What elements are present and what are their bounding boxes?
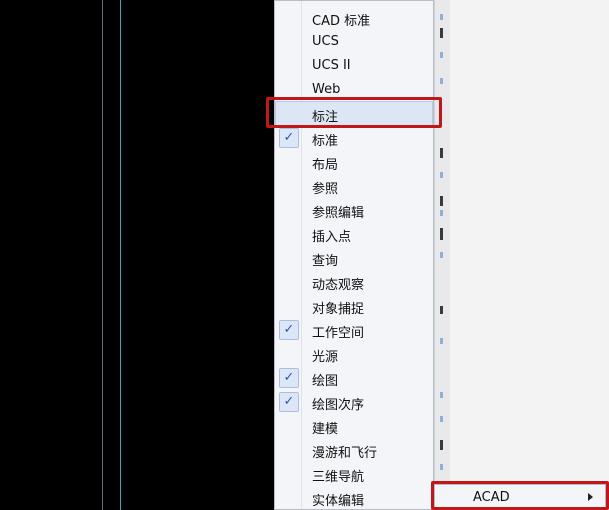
menu-item-label: 标注 <box>312 110 339 125</box>
menu-item-modeling[interactable]: 建模 <box>276 414 432 438</box>
toolbar-tick <box>440 210 443 216</box>
toolbars-context-menu: CAD 标准 UCS UCS II Web 标注 ✓ 标准 布局 参照 参照编辑… <box>274 0 434 510</box>
toolbar-tick <box>440 14 443 20</box>
menu-item-label: 光源 <box>312 350 339 365</box>
chevron-right-icon <box>588 493 593 501</box>
menu-item-draw[interactable]: ✓ 绘图 <box>276 366 432 390</box>
menu-item-label: 实体编辑 <box>312 494 365 509</box>
menu-item-reference[interactable]: 参照 <box>276 174 432 198</box>
menu-item-label: CAD 标准 <box>312 14 371 29</box>
checkmark-icon: ✓ <box>279 368 299 388</box>
acad-menu-group[interactable]: ACAD <box>434 484 606 510</box>
menu-item-label: 工作空间 <box>312 326 365 341</box>
toolbar-tick <box>440 196 443 206</box>
menu-item-insert-point[interactable]: 插入点 <box>276 222 432 246</box>
toolbar-tick <box>440 416 443 422</box>
menu-item-orbit[interactable]: 动态观察 <box>276 270 432 294</box>
toolbar-tick <box>440 392 443 398</box>
toolbar-strip <box>434 0 451 510</box>
toolbar-tick <box>440 306 443 314</box>
toolbar-tick <box>440 52 443 58</box>
toolbar-tick <box>440 148 443 158</box>
toolbar-tick <box>440 464 443 470</box>
toolbar-tick <box>440 28 443 38</box>
canvas-line <box>120 0 121 510</box>
menu-item-label: Web <box>312 82 341 97</box>
menu-item-label: 布局 <box>312 158 339 173</box>
menu-item-label: 参照 <box>312 182 339 197</box>
menu-item-label: 建模 <box>312 422 339 437</box>
checkmark-icon: ✓ <box>279 128 299 148</box>
menu-item-standard[interactable]: ✓ 标准 <box>276 126 432 150</box>
menu-item-label: UCS <box>312 34 339 49</box>
menu-item-ucs-ii[interactable]: UCS II <box>276 54 432 78</box>
menu-item-label: 绘图次序 <box>312 398 365 413</box>
menu-item-web[interactable]: Web <box>276 78 432 102</box>
menu-item-label: 漫游和飞行 <box>312 446 378 461</box>
menu-item-3d-navigation[interactable]: 三维导航 <box>276 462 432 486</box>
toolbar-tick <box>440 228 443 240</box>
menu-item-draw-order[interactable]: ✓ 绘图次序 <box>276 390 432 414</box>
menu-item-walk-and-fly[interactable]: 漫游和飞行 <box>276 438 432 462</box>
toolbar-tick <box>440 172 443 178</box>
drawing-canvas[interactable] <box>0 0 300 510</box>
checkmark-icon: ✓ <box>279 320 299 340</box>
menu-item-label: 动态观察 <box>312 278 365 293</box>
menu-item-label: 绘图 <box>312 374 339 389</box>
toolbar-tick <box>440 252 443 258</box>
menu-item-label: 查询 <box>312 254 339 269</box>
menu-item-solid-editing[interactable]: 实体编辑 <box>276 486 432 510</box>
menu-item-label: 对象捕捉 <box>312 302 365 317</box>
menu-item-object-snap[interactable]: 对象捕捉 <box>276 294 432 318</box>
menu-item-layout[interactable]: 布局 <box>276 150 432 174</box>
menu-item-label: 插入点 <box>312 230 352 245</box>
menu-item-inquiry[interactable]: 查询 <box>276 246 432 270</box>
menu-item-cad-standard[interactable]: CAD 标准 <box>276 6 432 30</box>
submenu-label: ACAD <box>473 490 510 505</box>
menu-item-label: 标准 <box>312 134 339 149</box>
menu-item-label: UCS II <box>312 58 351 73</box>
menu-item-reference-edit[interactable]: 参照编辑 <box>276 198 432 222</box>
menu-item-ucs[interactable]: UCS <box>276 30 432 54</box>
menu-item-label: 三维导航 <box>312 470 365 485</box>
menu-item-lights[interactable]: 光源 <box>276 342 432 366</box>
canvas-line <box>102 0 103 510</box>
toolbar-tick <box>440 440 443 450</box>
menu-item-workspaces[interactable]: ✓ 工作空间 <box>276 318 432 342</box>
toolbar-tick <box>440 78 443 84</box>
menu-item-label: 参照编辑 <box>312 206 365 221</box>
toolbar-tick <box>440 338 443 344</box>
checkmark-icon: ✓ <box>279 392 299 412</box>
side-panel <box>450 0 609 510</box>
menu-item-dimension[interactable]: 标注 <box>275 101 433 127</box>
